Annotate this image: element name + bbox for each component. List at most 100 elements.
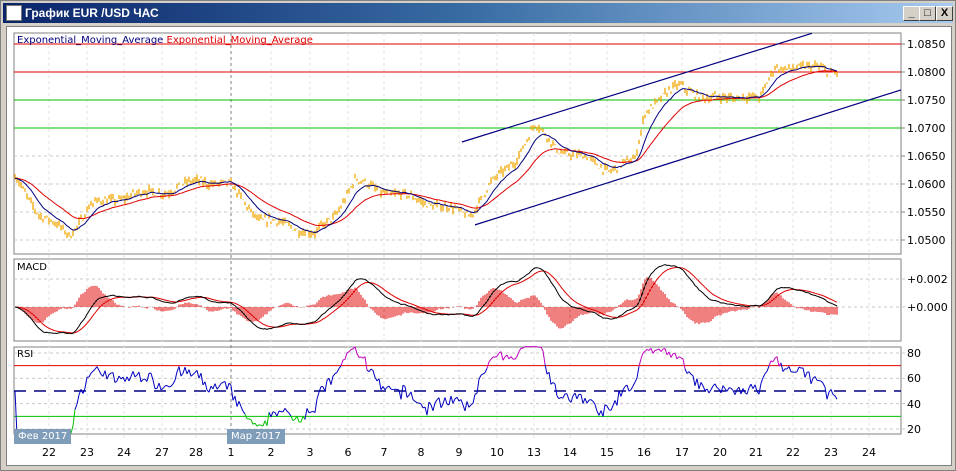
rsi-segment: [466, 401, 470, 408]
date-tick: 15: [600, 446, 614, 459]
rsi-segment: [750, 383, 754, 389]
rsi-segment: [636, 366, 640, 379]
rsi-segment: [248, 418, 252, 421]
rsi-segment: [758, 383, 762, 395]
price-tick: 1.0700: [907, 122, 946, 135]
rsi-segment: [316, 392, 320, 400]
rsi-segment: [282, 408, 286, 413]
price-tick: 1.0550: [907, 206, 946, 219]
rsi-segment: [518, 347, 522, 352]
rsi-segment: [506, 354, 510, 360]
rsi-label: RSI: [17, 349, 34, 360]
rsi-segment: [490, 356, 494, 360]
rsi-segment: [168, 385, 172, 388]
date-tick: 16: [637, 446, 651, 459]
rsi-segment: [234, 396, 238, 407]
channel-upper-line: [461, 32, 813, 143]
date-tick: 23: [824, 446, 838, 459]
rsi-segment: [396, 388, 400, 391]
rsi-segment: [184, 367, 188, 374]
rsi-segment: [310, 410, 314, 413]
rsi-segment: [230, 385, 234, 401]
date-tick: 6: [344, 446, 352, 459]
rsi-segment: [646, 348, 650, 351]
rsi-segment: [332, 373, 336, 377]
rsi-segment: [682, 358, 686, 369]
rsi-segment: [146, 373, 150, 382]
rsi-segment: [448, 395, 452, 405]
rsi-segment: [558, 396, 562, 400]
rsi-segment: [494, 355, 498, 358]
rsi-segment: [238, 401, 242, 407]
rsi-segment: [616, 390, 620, 406]
rsi-segment: [574, 392, 578, 400]
rsi-segment: [70, 425, 74, 434]
rsi-segment: [680, 357, 684, 360]
rsi-segment: [698, 382, 702, 390]
rsi-segment: [708, 389, 712, 394]
macd-line: [14, 264, 838, 335]
date-tick: 8: [417, 446, 425, 459]
date-tick: 23: [80, 446, 94, 459]
rsi-segment: [364, 356, 368, 371]
rsi-segment: [358, 356, 362, 358]
rsi-segment: [688, 371, 692, 375]
rsi-segment: [314, 398, 318, 413]
rsi-segment: [634, 377, 638, 383]
price-tick: 1.0600: [907, 178, 946, 191]
rsi-segment: [158, 382, 162, 391]
rsi-segment: [716, 387, 720, 390]
date-tick: 21: [749, 446, 763, 459]
rsi-segment: [300, 415, 304, 423]
rsi-segment: [208, 385, 212, 393]
rsi-segment: [664, 348, 668, 356]
rsi-segment: [92, 368, 96, 372]
price-panel: [13, 32, 902, 255]
rsi-segment: [124, 376, 128, 382]
macd-tick: +0.002: [907, 273, 948, 286]
rsi-segment: [556, 395, 560, 399]
rsi-segment: [348, 349, 352, 353]
rsi-segment: [330, 376, 334, 385]
rsi-segment: [684, 368, 688, 374]
rsi-segment: [822, 382, 826, 388]
rsi-segment: [814, 376, 818, 381]
rsi-segment: [502, 356, 506, 361]
rsi-segment: [276, 410, 280, 417]
rsi-segment: [764, 371, 768, 374]
rsi-segment: [378, 378, 382, 390]
rsi-segment: [250, 419, 254, 425]
rsi-segment: [696, 378, 700, 390]
date-tick: 14: [563, 446, 577, 459]
rsi-segment: [582, 398, 586, 404]
price-tick: 1.0800: [907, 66, 946, 79]
rsi-segment: [252, 422, 256, 425]
price-tick: 1.0500: [907, 234, 946, 247]
rsi-segment: [802, 367, 806, 378]
rsi-segment: [598, 410, 602, 416]
rsi-segment: [216, 386, 220, 390]
price-chart[interactable]: [0, 0, 956, 471]
rsi-tick: 40: [907, 398, 921, 411]
rsi-segment: [796, 366, 800, 372]
rsi-segment: [808, 371, 812, 384]
rsi-segment: [254, 422, 258, 427]
rsi-segment: [776, 356, 780, 367]
rsi-segment: [72, 409, 76, 426]
rsi-segment: [152, 379, 156, 389]
rsi-segment: [630, 385, 634, 390]
rsi-segment: [138, 371, 142, 382]
rsi-segment: [622, 386, 626, 390]
date-tick: 3: [306, 446, 314, 459]
rsi-segment: [762, 373, 766, 378]
rsi-segment: [468, 404, 472, 408]
rsi-segment: [346, 351, 350, 354]
rsi-segment: [540, 346, 544, 352]
rsi-segment: [612, 400, 616, 406]
rsi-segment: [296, 416, 300, 423]
rsi-segment: [478, 374, 482, 380]
rsi-segment: [192, 372, 196, 375]
rsi-segment: [484, 368, 488, 373]
rsi-segment: [384, 386, 388, 391]
rsi-segment: [580, 394, 584, 404]
